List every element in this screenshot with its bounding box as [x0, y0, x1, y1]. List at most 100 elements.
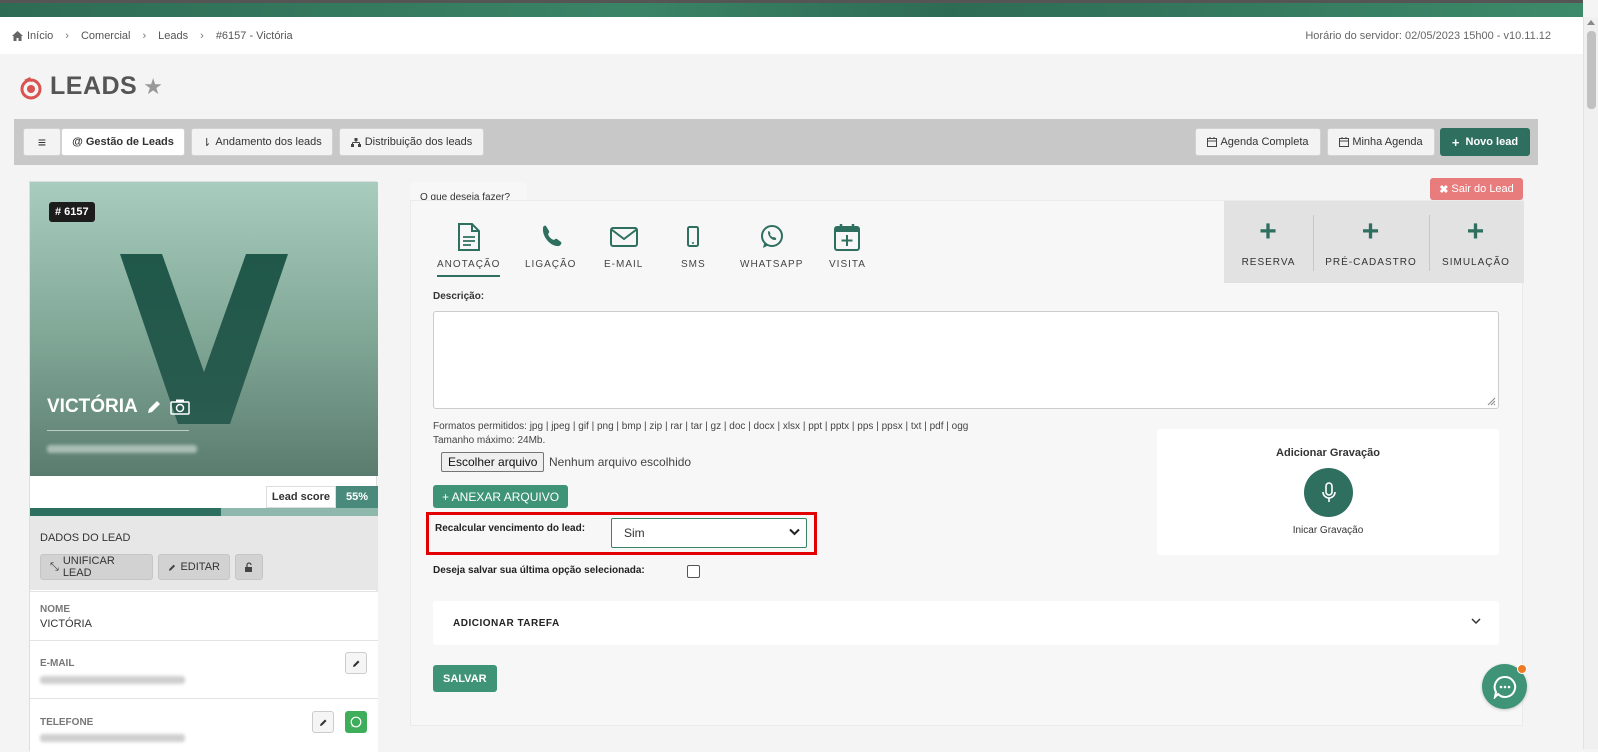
breadcrumb-comercial[interactable]: Comercial: [81, 30, 131, 42]
action-visita[interactable]: VISITA: [829, 223, 866, 270]
descricao-textarea[interactable]: [433, 311, 1499, 409]
lead-email-blurred: [47, 445, 197, 453]
breadcrumb-current-lead: #6157 - Victória: [215, 30, 293, 42]
top-bar: [0, 0, 1583, 17]
salvar-opcao-checkbox[interactable]: [687, 565, 700, 578]
lead-name-text: VICTÓRIA: [47, 396, 138, 417]
plus-icon: +: [1259, 214, 1278, 248]
action-reserva[interactable]: + RESERVA: [1241, 201, 1296, 283]
mobile-phone-icon: [687, 226, 700, 247]
plus-icon: +: [1361, 214, 1381, 248]
top-bar-stripe: [0, 3, 1583, 17]
lead-score-fill: [30, 508, 222, 516]
field-telefone: TELEFONE: [30, 698, 378, 752]
sair-do-lead-button[interactable]: ✖ Sair do Lead: [1430, 178, 1523, 200]
action-whatsapp[interactable]: WHATSAPP: [740, 223, 803, 270]
action-tab-header: O que deseja fazer?: [410, 182, 527, 203]
name-underline: [47, 430, 189, 431]
tab-gestao-de-leads[interactable]: @ Gestão de Leads: [61, 128, 185, 156]
adicionar-tarefa-accordion[interactable]: ADICIONAR TAREFA: [433, 601, 1499, 645]
breadcrumb-separator-icon: ›: [142, 30, 147, 42]
close-icon: ✖: [1439, 183, 1449, 196]
field-nome-label: NOME: [40, 604, 70, 615]
action-reserva-label: RESERVA: [1241, 256, 1296, 268]
editar-button[interactable]: EDITAR: [158, 554, 230, 580]
salvar-opcao-label: Deseja salvar sua última opção seleciona…: [433, 565, 645, 576]
tab-andamento-dos-leads[interactable]: ⇂ Andamento dos leads: [191, 128, 333, 156]
lead-score-label: Lead score: [265, 486, 336, 508]
editar-label: EDITAR: [180, 561, 220, 573]
chevron-down-icon: [1471, 618, 1481, 625]
edit-telefone-button[interactable]: [312, 711, 334, 733]
action-sms-label: SMS: [681, 259, 706, 270]
field-nome: NOME VICTÓRIA: [30, 591, 378, 640]
field-telefone-label: TELEFONE: [40, 717, 94, 728]
tab-distribuicao-dos-leads[interactable]: Distribuição dos leads: [339, 128, 484, 156]
minha-agenda-button[interactable]: Minha Agenda: [1327, 128, 1435, 156]
tab-andamento-label: Andamento dos leads: [215, 136, 322, 148]
tab-gestao-label: @ Gestão de Leads: [72, 136, 174, 148]
lead-score-bar: [30, 508, 378, 516]
field-email-label: E-MAIL: [40, 658, 75, 669]
recalcular-select-value: Sim: [624, 526, 645, 540]
action-email-label: E-MAIL: [604, 259, 644, 270]
formats-line: Formatos permitidos: jpg | jpeg | gif | …: [433, 421, 969, 432]
action-email[interactable]: E-MAIL: [604, 223, 643, 270]
chosen-file-name: Nenhum arquivo escolhido: [549, 455, 692, 469]
scroll-thumb[interactable]: [1587, 31, 1596, 109]
page-scrollbar[interactable]: [1583, 17, 1598, 749]
vertical-divider: [1429, 215, 1430, 271]
chat-widget-button[interactable]: [1482, 664, 1527, 709]
whatsapp-telefone-button[interactable]: [345, 711, 367, 733]
action-panel: ANOTAÇÃO LIGAÇÃO E-MAIL SMS WHATSAPP VIS…: [410, 200, 1524, 726]
breadcrumb-bar: Início › Comercial › Leads › #6157 - Vic…: [0, 17, 1583, 54]
novo-lead-label: Novo lead: [1465, 136, 1519, 148]
notification-dot: [1517, 664, 1527, 674]
novo-lead-button[interactable]: + Novo lead: [1440, 128, 1530, 156]
calendar-icon: [1207, 137, 1218, 147]
lead-profile-card: # 6157 VICTÓRIA Lead score 55% DADOS DO …: [29, 181, 378, 752]
edit-email-button[interactable]: [345, 652, 367, 674]
action-visita-label: VISITA: [829, 259, 866, 270]
lead-score: Lead score 55%: [30, 486, 378, 516]
breadcrumb-inicio[interactable]: Início: [27, 30, 53, 42]
microphone-icon: [1321, 481, 1336, 502]
sair-label: Sair do Lead: [1451, 183, 1514, 195]
breadcrumb-separator-icon: ›: [200, 30, 204, 42]
leads-module-icon: [20, 76, 42, 99]
record-button[interactable]: [1304, 468, 1353, 517]
scroll-up-arrow-icon[interactable]: [1587, 20, 1595, 25]
action-sms[interactable]: SMS: [681, 223, 706, 270]
gravacao-panel: Adicionar Gravação Inicar Gravação: [1157, 429, 1499, 555]
lead-score-percent: 55%: [336, 486, 378, 508]
vertical-divider: [1313, 215, 1314, 271]
action-pre-cadastro[interactable]: + PRÉ-CADASTRO: [1322, 201, 1420, 283]
extra-actions-panel: + RESERVA + PRÉ-CADASTRO + SIMULAÇÃO: [1224, 201, 1524, 283]
agenda-completa-button[interactable]: Agenda Completa: [1195, 128, 1321, 156]
breadcrumb-leads[interactable]: Leads: [158, 30, 188, 42]
action-ligacao[interactable]: LIGAÇÃO: [525, 223, 576, 270]
phone-icon: [542, 225, 562, 247]
action-anotacao[interactable]: ANOTAÇÃO: [437, 223, 501, 277]
edit-pencil-icon: [168, 564, 176, 571]
recalcular-select[interactable]: Sim: [611, 518, 807, 548]
module-toolbar: ≡ @ Gestão de Leads ⇂ Andamento dos lead…: [14, 119, 1538, 165]
menu-toggle-button[interactable]: ≡: [23, 128, 61, 156]
resize-handle-icon[interactable]: [1487, 397, 1496, 406]
field-telefone-value-blurred: [40, 734, 185, 742]
field-email-value-blurred: [40, 676, 185, 684]
envelope-icon: [609, 227, 638, 247]
chat-bubble-icon: [1493, 675, 1516, 699]
salvar-button[interactable]: SALVAR: [433, 665, 497, 692]
agenda-completa-label: Agenda Completa: [1220, 136, 1309, 148]
anexar-arquivo-button[interactable]: + ANEXAR ARQUIVO: [433, 485, 569, 508]
unificar-lead-button[interactable]: ⤡ UNIFICAR LEAD: [40, 554, 153, 580]
camera-icon[interactable]: [170, 399, 190, 415]
choose-file-button[interactable]: Escolher arquivo: [441, 452, 545, 472]
edit-pencil-icon[interactable]: [146, 399, 162, 415]
edit-pencil-icon: [319, 719, 326, 726]
gravacao-label: Inicar Gravação: [1292, 525, 1364, 536]
action-simulacao[interactable]: + SIMULAÇÃO: [1440, 201, 1512, 283]
unlock-button[interactable]: [235, 554, 263, 580]
favorite-star-icon[interactable]: ★: [143, 74, 163, 100]
